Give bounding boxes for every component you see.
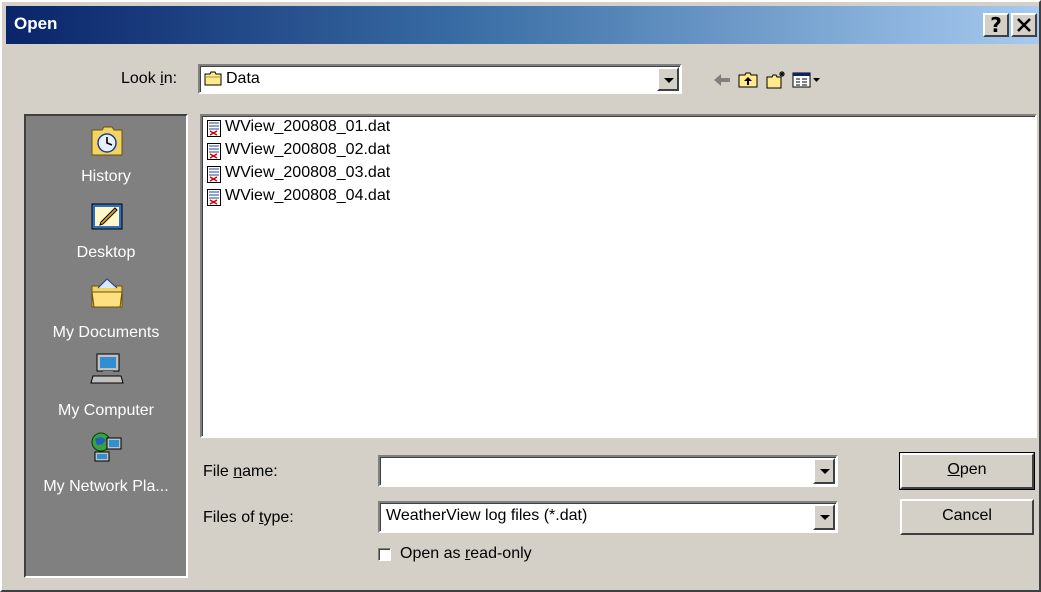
place-my-network-places[interactable]: My Network Pla... — [26, 428, 186, 508]
read-only-label[interactable]: Open as read-only — [400, 545, 532, 563]
new-folder-icon[interactable] — [765, 70, 787, 90]
back-arrow-icon[interactable] — [711, 70, 733, 90]
close-icon — [1017, 18, 1031, 32]
data-file-icon — [207, 120, 221, 137]
place-label: My Documents — [52, 324, 160, 341]
data-file-icon — [207, 166, 221, 183]
file-name-combo[interactable] — [378, 455, 838, 487]
open-button[interactable]: Open — [899, 452, 1035, 490]
file-name-dropdown-button[interactable] — [813, 458, 835, 484]
my-computer-icon — [90, 353, 124, 384]
window-title: Open — [14, 14, 58, 33]
file-type-combo[interactable]: WeatherView log files (*.dat) — [378, 501, 838, 533]
file-type-label: Files of type: — [203, 509, 294, 526]
file-name-text: WView_200808_03.dat — [225, 164, 391, 181]
look-in-label: Look in: — [121, 70, 178, 87]
history-icon — [91, 126, 123, 156]
data-file-icon — [207, 143, 221, 160]
file-list[interactable]: WView_200808_01.dat WView_200808_02.dat … — [200, 114, 1037, 438]
place-my-documents[interactable]: My Documents — [26, 272, 186, 350]
help-button[interactable]: ? — [983, 13, 1009, 37]
close-button[interactable] — [1011, 13, 1037, 37]
place-my-computer[interactable]: My Computer — [26, 350, 186, 428]
desktop-icon — [91, 203, 123, 230]
place-history[interactable]: History — [26, 118, 186, 194]
view-menu-icon[interactable] — [792, 70, 822, 90]
folder-icon — [204, 71, 222, 86]
open-dialog: Open ? Look in: Data History Desktop My … — [0, 0, 1041, 592]
title-bar[interactable]: Open ? — [6, 6, 1039, 44]
place-label: Desktop — [76, 244, 136, 261]
look-in-dropdown-button[interactable] — [657, 67, 679, 91]
file-type-dropdown-button[interactable] — [813, 504, 835, 530]
look-in-combo[interactable]: Data — [198, 64, 682, 94]
file-type-value: WeatherView log files (*.dat) — [386, 507, 588, 524]
read-only-checkbox[interactable] — [378, 548, 391, 561]
cancel-button[interactable]: Cancel — [900, 499, 1034, 535]
up-folder-icon[interactable] — [737, 70, 759, 90]
file-name-text: WView_200808_04.dat — [225, 187, 391, 204]
place-label: History — [81, 168, 131, 185]
my-network-places-icon — [91, 432, 122, 462]
file-name-text: WView_200808_01.dat — [225, 118, 391, 135]
place-label: My Computer — [57, 402, 155, 419]
place-label: My Network Pla... — [43, 478, 169, 495]
places-bar: History Desktop My Documents My Computer… — [24, 114, 188, 578]
place-desktop[interactable]: Desktop — [26, 194, 186, 272]
my-documents-icon — [91, 278, 123, 308]
file-name-text: WView_200808_02.dat — [225, 141, 391, 158]
data-file-icon — [207, 189, 221, 206]
file-name-label: File name: — [203, 463, 278, 480]
look-in-value: Data — [226, 70, 260, 87]
